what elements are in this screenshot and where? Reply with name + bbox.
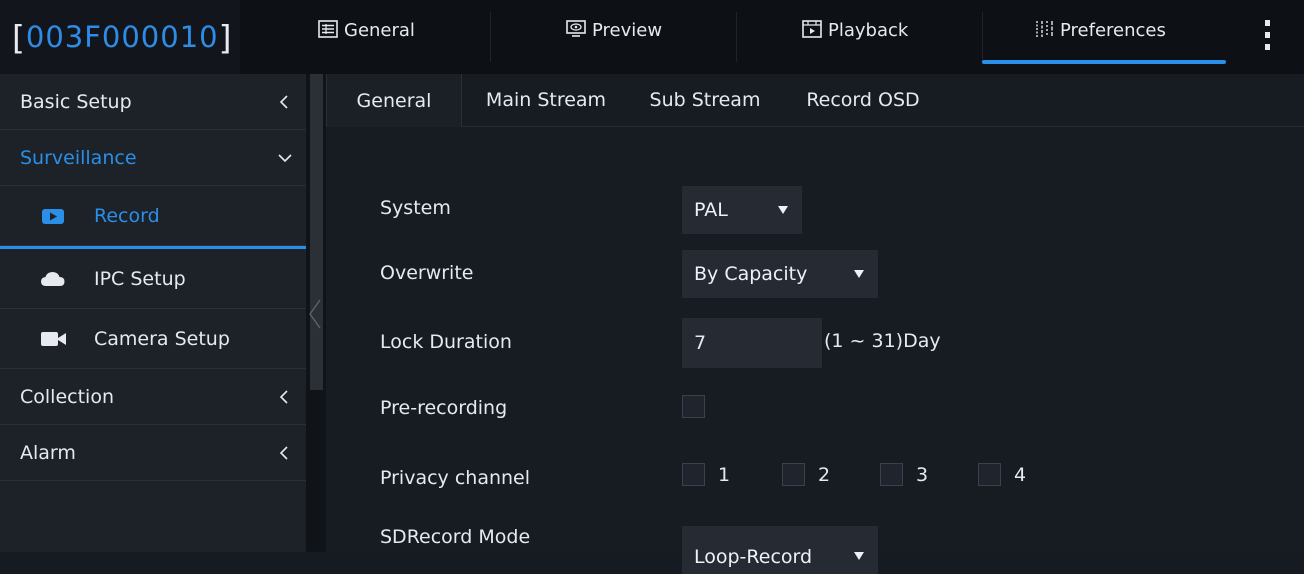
sidebar-item-label: IPC Setup bbox=[94, 267, 186, 290]
collapse-sidebar-icon[interactable] bbox=[306, 298, 324, 330]
device-id-display: [ 003F000010 ] bbox=[0, 0, 240, 74]
sdrecord-mode-value: Loop-Record bbox=[694, 546, 813, 568]
subtab-general[interactable]: General bbox=[326, 74, 462, 127]
sidebar-item-label: Record bbox=[94, 204, 160, 227]
sidebar-item-surveillance[interactable]: Surveillance bbox=[0, 130, 306, 186]
bracket-open: [ bbox=[12, 17, 26, 57]
overwrite-value: By Capacity bbox=[694, 263, 808, 285]
system-value: PAL bbox=[694, 199, 728, 221]
sidebar-item-record[interactable]: Record bbox=[0, 186, 306, 246]
tab-general-label: General bbox=[344, 20, 415, 41]
sidebar-item-label: Surveillance bbox=[20, 146, 137, 169]
sidebar-item-label: Alarm bbox=[20, 441, 76, 464]
sdrecord-mode-select[interactable]: Loop-Record bbox=[682, 526, 878, 574]
sidebar-item-alarm[interactable]: Alarm bbox=[0, 425, 306, 481]
dropdown-arrow-icon bbox=[854, 270, 864, 278]
general-icon bbox=[318, 20, 338, 38]
sidebar-item-basic-setup[interactable]: Basic Setup bbox=[0, 74, 306, 130]
top-bar: [ 003F000010 ] General Preview Playback … bbox=[0, 0, 1304, 74]
cloud-icon bbox=[41, 271, 65, 286]
active-item-indicator bbox=[0, 246, 306, 249]
tab-playback-label: Playback bbox=[828, 20, 909, 41]
sidebar-scrollbar-thumb[interactable] bbox=[310, 74, 323, 390]
privacy-channel-3-label: 3 bbox=[916, 464, 929, 486]
subtab-main-stream[interactable]: Main Stream bbox=[472, 74, 620, 126]
lock-duration-label: Lock Duration bbox=[380, 331, 512, 353]
tab-preview-label: Preview bbox=[592, 20, 663, 41]
sidebar-item-camera-setup[interactable]: Camera Setup bbox=[0, 309, 306, 369]
system-select[interactable]: PAL bbox=[682, 186, 802, 234]
subtab-bar: General Main Stream Sub Stream Record OS… bbox=[326, 74, 1304, 127]
privacy-channel-2-checkbox[interactable] bbox=[782, 463, 805, 486]
chevron-left-icon bbox=[279, 94, 288, 109]
subtab-label: General bbox=[356, 89, 432, 112]
sidebar-item-label: Basic Setup bbox=[20, 90, 132, 113]
dropdown-arrow-icon bbox=[854, 552, 864, 560]
preview-icon bbox=[566, 20, 586, 37]
overwrite-label: Overwrite bbox=[380, 262, 474, 284]
more-vertical-icon[interactable] bbox=[1260, 20, 1274, 50]
lock-duration-input[interactable]: 7 bbox=[682, 318, 822, 368]
sdrecord-mode-label: SDRecord Mode bbox=[380, 526, 531, 548]
privacy-channel-1-checkbox[interactable] bbox=[682, 463, 705, 486]
subtab-label: Record OSD bbox=[806, 89, 920, 111]
chevron-left-icon bbox=[279, 445, 288, 460]
tab-preferences-label: Preferences bbox=[1060, 20, 1166, 41]
privacy-channel-3-checkbox[interactable] bbox=[880, 463, 903, 486]
sidebar: Basic Setup Surveillance Record IPC Setu… bbox=[0, 74, 306, 552]
dropdown-arrow-icon bbox=[778, 206, 788, 214]
chevron-left-icon bbox=[279, 389, 288, 404]
tab-preview[interactable]: Preview bbox=[566, 0, 662, 70]
sidebar-item-label: Collection bbox=[20, 385, 114, 408]
device-id: 003F000010 bbox=[25, 20, 219, 54]
overwrite-select[interactable]: By Capacity bbox=[682, 250, 878, 298]
privacy-channel-label: Privacy channel bbox=[380, 467, 531, 489]
subtab-record-osd[interactable]: Record OSD bbox=[798, 74, 928, 126]
privacy-channel-4-label: 4 bbox=[1014, 464, 1027, 486]
lock-duration-value: 7 bbox=[694, 332, 707, 354]
camera-icon bbox=[41, 331, 66, 346]
chevron-down-icon bbox=[278, 153, 292, 162]
tab-divider bbox=[490, 12, 491, 62]
privacy-channel-2-label: 2 bbox=[818, 464, 831, 486]
bracket-close: ] bbox=[218, 17, 233, 57]
sidebar-item-collection[interactable]: Collection bbox=[0, 369, 306, 425]
main-panel: General Main Stream Sub Stream Record OS… bbox=[326, 74, 1304, 574]
preferences-icon bbox=[1036, 21, 1053, 37]
privacy-channel-1-label: 1 bbox=[718, 464, 731, 486]
sidebar-item-label: Camera Setup bbox=[94, 327, 230, 350]
tab-divider bbox=[736, 12, 737, 62]
active-tab-indicator bbox=[982, 60, 1226, 64]
pre-recording-label: Pre-recording bbox=[380, 397, 508, 419]
subtab-sub-stream[interactable]: Sub Stream bbox=[640, 74, 770, 126]
sidebar-item-ipc-setup[interactable]: IPC Setup bbox=[0, 249, 306, 309]
lock-duration-range: (1 ~ 31)Day bbox=[824, 330, 941, 352]
pre-recording-checkbox[interactable] bbox=[682, 395, 705, 418]
privacy-channel-4-checkbox[interactable] bbox=[978, 463, 1001, 486]
system-label: System bbox=[380, 197, 451, 219]
tab-divider bbox=[982, 12, 983, 62]
subtab-label: Sub Stream bbox=[649, 89, 761, 111]
tab-playback[interactable]: Playback bbox=[802, 0, 908, 70]
record-icon bbox=[42, 208, 64, 224]
tab-general[interactable]: General bbox=[318, 0, 415, 70]
playback-icon bbox=[802, 20, 822, 38]
subtab-label: Main Stream bbox=[485, 89, 607, 111]
